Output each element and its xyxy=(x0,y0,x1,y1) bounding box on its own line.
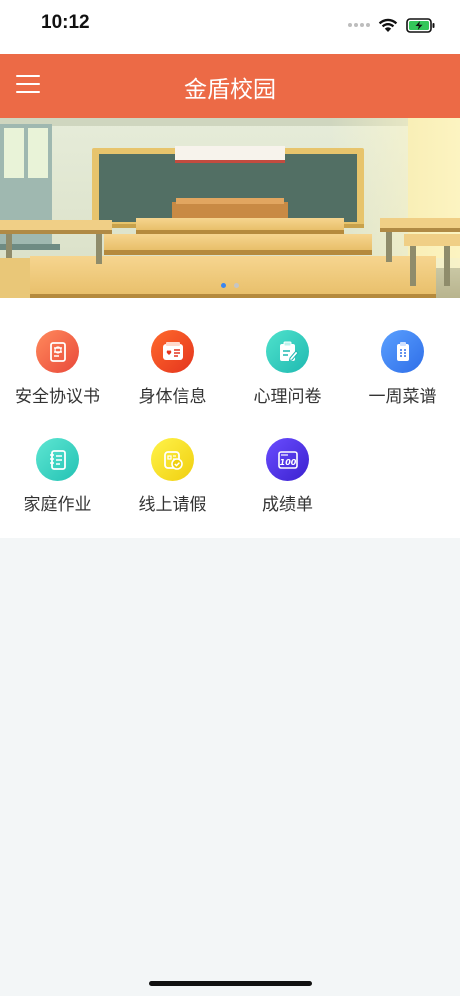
carousel-dot-active[interactable] xyxy=(221,283,226,288)
status-bar: 10:12 xyxy=(0,0,460,54)
navigation-bar: 金盾校园 xyxy=(0,54,460,118)
status-time: 10:12 xyxy=(41,12,90,33)
weekly-menu-icon xyxy=(381,330,424,373)
transcript-icon: 100 xyxy=(266,438,309,481)
grid-item-online-leave[interactable]: 线上请假 xyxy=(115,406,230,515)
carousel-indicator xyxy=(0,283,460,288)
grid-item-homework[interactable]: 家庭作业 xyxy=(0,406,115,515)
health-info-icon xyxy=(151,330,194,373)
grid-item-label: 心理问卷 xyxy=(253,387,322,407)
cellular-signal-icon xyxy=(348,23,370,27)
classroom-illustration xyxy=(0,118,460,298)
grid-item-label: 线上请假 xyxy=(138,495,207,515)
grid-item-label: 家庭作业 xyxy=(23,495,92,515)
screen: 10:12 金盾校园 安全协议书 身体信息 心理问卷 一周菜谱 家庭作业 线上请… xyxy=(0,0,460,996)
grid-item-label: 一周菜谱 xyxy=(368,387,437,407)
grid-item-safety-agreement[interactable]: 安全协议书 xyxy=(0,298,115,407)
wifi-icon xyxy=(378,18,398,32)
battery-charging-icon xyxy=(406,17,435,33)
grid-item-transcript[interactable]: 100 成绩单 xyxy=(230,406,345,515)
svg-text:100: 100 xyxy=(279,458,296,467)
online-leave-icon xyxy=(151,438,194,481)
grid-item-label: 安全协议书 xyxy=(15,387,100,407)
grid-item-psychology-questionnaire[interactable]: 心理问卷 xyxy=(230,298,345,407)
page-title: 金盾校园 xyxy=(184,77,276,103)
grid-item-label: 成绩单 xyxy=(262,495,313,515)
carousel-dot[interactable] xyxy=(234,283,239,288)
grid-item-health-info[interactable]: 身体信息 xyxy=(115,298,230,407)
feature-grid: 安全协议书 身体信息 心理问卷 一周菜谱 家庭作业 线上请假 100 成绩单 xyxy=(0,298,460,538)
home-indicator[interactable] xyxy=(149,981,312,986)
psychology-questionnaire-icon xyxy=(266,330,309,373)
status-indicators xyxy=(348,15,436,35)
grid-item-label: 身体信息 xyxy=(138,387,207,407)
safety-agreement-icon xyxy=(36,330,79,373)
homework-icon xyxy=(36,438,79,481)
banner-carousel[interactable] xyxy=(0,118,460,298)
grid-item-weekly-menu[interactable]: 一周菜谱 xyxy=(345,298,460,407)
